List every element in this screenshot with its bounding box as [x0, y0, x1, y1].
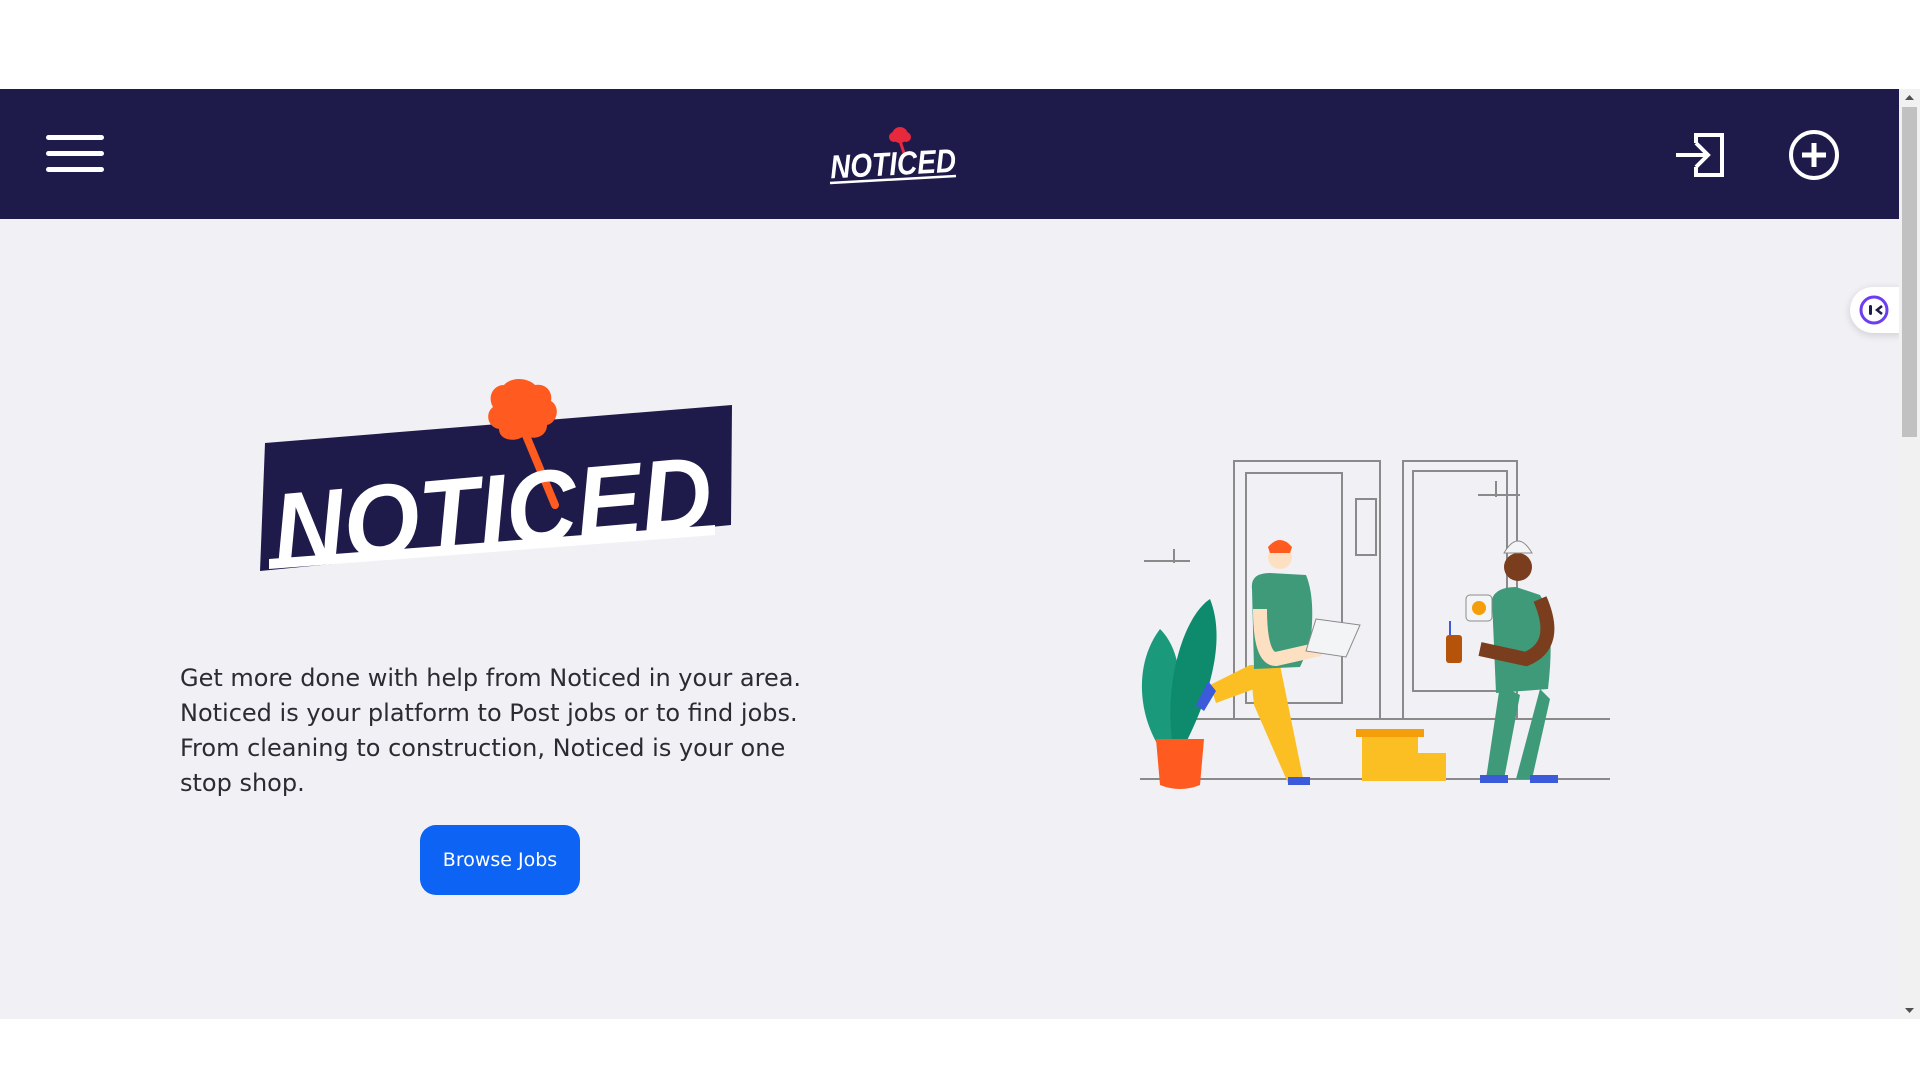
login-icon[interactable] — [1674, 127, 1730, 183]
hero-description: Get more done with help from Noticed in … — [180, 664, 802, 797]
assistant-widget[interactable] — [1850, 287, 1899, 333]
scrollbar-thumb[interactable] — [1902, 107, 1917, 437]
vertical-scrollbar[interactable] — [1899, 89, 1920, 1019]
page-viewport: NOTICED NOTICED Get more done with help … — [0, 89, 1899, 1019]
navbar-logo[interactable]: NOTICED — [824, 123, 964, 189]
scroll-up-arrow-icon[interactable] — [1899, 89, 1920, 107]
hamburger-menu-icon[interactable] — [46, 135, 104, 173]
hero-illustration — [1140, 460, 1610, 789]
add-circle-icon[interactable] — [1786, 127, 1842, 183]
navbar: NOTICED — [0, 89, 1899, 219]
hero-logo: NOTICED — [260, 379, 732, 589]
scroll-down-arrow-icon[interactable] — [1899, 1001, 1920, 1019]
assistant-bot-icon — [1859, 295, 1889, 325]
browse-jobs-button[interactable]: Browse Jobs — [420, 825, 580, 895]
